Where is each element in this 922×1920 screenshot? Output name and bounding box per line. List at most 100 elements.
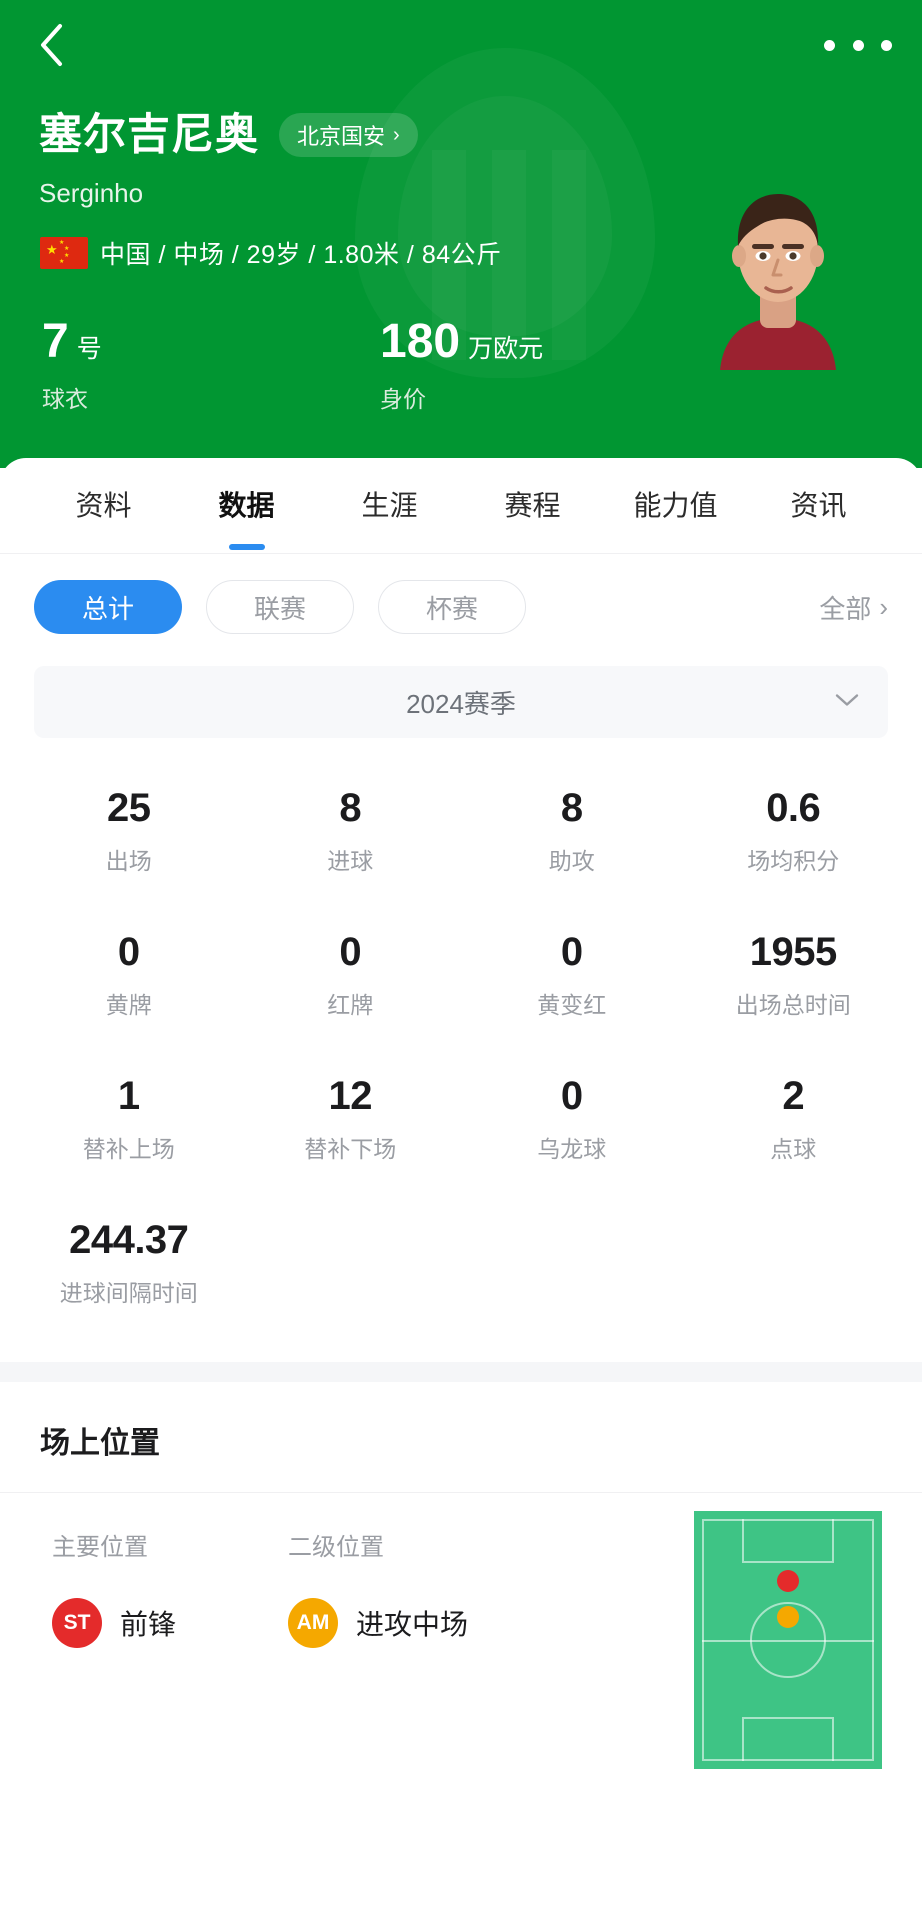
stat-cell: 8 助攻 bbox=[461, 772, 683, 890]
section-divider bbox=[0, 1362, 922, 1382]
team-name-label: 北京国安 bbox=[297, 124, 386, 149]
shirt-number-label: 球衣 bbox=[42, 386, 88, 412]
season-selector-value: 2024赛季 bbox=[406, 688, 516, 719]
tab-news[interactable]: 资讯 bbox=[747, 484, 890, 528]
tab-fixtures[interactable]: 赛程 bbox=[461, 484, 604, 528]
filter-chip-cup-label: 杯赛 bbox=[425, 593, 478, 624]
pitch-penalty-box-bottom bbox=[742, 1717, 834, 1761]
stat-cell: 1955 出场总时间 bbox=[683, 916, 905, 1034]
stat-value: 12 bbox=[328, 1074, 373, 1118]
position-badge-am: AM bbox=[288, 1598, 338, 1648]
chevron-right-icon: › bbox=[393, 124, 400, 146]
stat-cell-empty bbox=[683, 1204, 905, 1322]
market-value-block: 180 万欧元 身价 bbox=[380, 318, 543, 414]
tab-news-label: 资讯 bbox=[790, 489, 847, 521]
content-sheet: 资料 数据 生涯 赛程 能力值 资讯 总计 联赛 杯赛 全部 › 2024赛季 … bbox=[0, 458, 922, 1920]
view-all-link[interactable]: 全部 › bbox=[819, 589, 888, 626]
shirt-number-value: 7 bbox=[42, 315, 69, 368]
filter-chip-total[interactable]: 总计 bbox=[34, 580, 182, 634]
tab-bar: 资料 数据 生涯 赛程 能力值 资讯 bbox=[0, 458, 922, 554]
china-flag-icon: ★ ★ ★ ★ ★ bbox=[40, 237, 88, 269]
chevron-left-icon bbox=[36, 22, 66, 68]
stat-value: 0 bbox=[117, 930, 140, 974]
tab-fixtures-label: 赛程 bbox=[504, 489, 561, 521]
stat-label: 点球 bbox=[770, 1136, 817, 1162]
position-section: 主要位置 ST 前锋 二级位置 AM 进攻中场 bbox=[0, 1493, 922, 1793]
crest-stripe-3 bbox=[552, 150, 586, 360]
stat-label: 替补下场 bbox=[304, 1136, 397, 1162]
stat-cell: 2 点球 bbox=[683, 1060, 905, 1178]
filter-chip-league[interactable]: 联赛 bbox=[206, 580, 354, 634]
stat-value: 0 bbox=[560, 1074, 583, 1118]
stat-cell: 0 红牌 bbox=[240, 916, 462, 1034]
pitch-penalty-box-top bbox=[742, 1519, 834, 1563]
pitch-marker-st bbox=[777, 1570, 799, 1593]
player-meta-text: 中国 / 中场 / 29岁 / 1.80米 / 84公斤 bbox=[100, 241, 502, 269]
filter-chip-total-label: 总计 bbox=[81, 593, 134, 624]
stat-label: 进球间隔时间 bbox=[59, 1280, 198, 1306]
more-options-button[interactable] bbox=[824, 24, 892, 66]
position-section-title: 场上位置 bbox=[40, 1427, 160, 1460]
stat-value: 0 bbox=[560, 930, 583, 974]
stat-value: 25 bbox=[107, 786, 151, 830]
stat-label: 出场 bbox=[105, 848, 152, 874]
market-value-amount: 180 bbox=[380, 315, 461, 368]
stat-label: 替补上场 bbox=[82, 1136, 175, 1162]
position-badge-am-code: AM bbox=[296, 1611, 330, 1634]
stat-value: 8 bbox=[560, 786, 583, 830]
player-portrait bbox=[702, 178, 854, 370]
stat-cell-empty bbox=[240, 1204, 462, 1322]
stat-cell: 0.6 场均积分 bbox=[683, 772, 905, 890]
tab-ratings[interactable]: 能力值 bbox=[604, 484, 747, 528]
view-all-label: 全部 bbox=[819, 593, 872, 624]
tab-profile[interactable]: 资料 bbox=[32, 484, 175, 528]
market-value-label: 身价 bbox=[380, 386, 426, 412]
chevron-down-icon bbox=[834, 692, 860, 713]
player-name-en: Serginho bbox=[39, 178, 144, 208]
navbar bbox=[0, 0, 922, 92]
stat-cell: 1 替补上场 bbox=[18, 1060, 240, 1178]
stat-label: 黄变红 bbox=[537, 992, 607, 1018]
stat-label: 出场总时间 bbox=[735, 992, 851, 1018]
stat-label: 黄牌 bbox=[105, 992, 152, 1018]
more-dot-2 bbox=[852, 39, 864, 51]
position-badge-st-code: ST bbox=[63, 1611, 91, 1634]
tab-career[interactable]: 生涯 bbox=[318, 484, 461, 528]
player-hero-header: 塞尔吉尼奥 北京国安 › Serginho ★ ★ ★ ★ ★ 中国 / 中场 … bbox=[0, 0, 922, 468]
more-dot-3 bbox=[881, 39, 892, 51]
flag-star-large: ★ bbox=[46, 242, 58, 257]
stat-label: 乌龙球 bbox=[537, 1136, 607, 1162]
pitch-diagram bbox=[694, 1511, 882, 1769]
more-dot-1 bbox=[824, 39, 835, 51]
stat-cell: 244.37 进球间隔时间 bbox=[18, 1204, 240, 1322]
primary-position-column: 主要位置 ST 前锋 bbox=[52, 1527, 176, 1648]
secondary-position-heading: 二级位置 bbox=[288, 1534, 384, 1561]
tab-stats-label: 数据 bbox=[218, 489, 275, 521]
competition-filter-row: 总计 联赛 杯赛 全部 › bbox=[0, 554, 922, 660]
player-profile-page: 塞尔吉尼奥 北京国安 › Serginho ★ ★ ★ ★ ★ 中国 / 中场 … bbox=[0, 0, 922, 1920]
season-selector[interactable]: 2024赛季 bbox=[34, 666, 888, 738]
stat-cell: 12 替补下场 bbox=[240, 1060, 462, 1178]
back-button[interactable] bbox=[22, 16, 80, 74]
tab-stats[interactable]: 数据 bbox=[175, 484, 318, 528]
secondary-position-item: AM 进攻中场 bbox=[288, 1598, 468, 1648]
flag-star-3: ★ bbox=[64, 253, 70, 259]
player-meta-row: ★ ★ ★ ★ ★ 中国 / 中场 / 29岁 / 1.80米 / 84公斤 bbox=[40, 235, 502, 271]
stat-value: 244.37 bbox=[69, 1218, 189, 1262]
tab-career-label: 生涯 bbox=[361, 489, 418, 521]
stat-value: 1955 bbox=[749, 930, 837, 974]
stat-cell: 8 进球 bbox=[240, 772, 462, 890]
tab-ratings-label: 能力值 bbox=[633, 489, 718, 521]
stat-value: 1 bbox=[117, 1074, 140, 1118]
primary-position-heading: 主要位置 bbox=[52, 1534, 148, 1561]
stat-cell: 0 黄变红 bbox=[461, 916, 683, 1034]
pitch-marker-am bbox=[777, 1605, 799, 1628]
player-name-cn: 塞尔吉尼奥 bbox=[39, 110, 259, 159]
stat-value: 0.6 bbox=[766, 786, 821, 830]
team-link-chip[interactable]: 北京国安 › bbox=[279, 113, 418, 157]
stat-cell-empty bbox=[461, 1204, 683, 1322]
stat-value: 2 bbox=[782, 1074, 805, 1118]
filter-chip-cup[interactable]: 杯赛 bbox=[378, 580, 526, 634]
stat-cell: 25 出场 bbox=[18, 772, 240, 890]
stat-label: 红牌 bbox=[327, 992, 374, 1018]
